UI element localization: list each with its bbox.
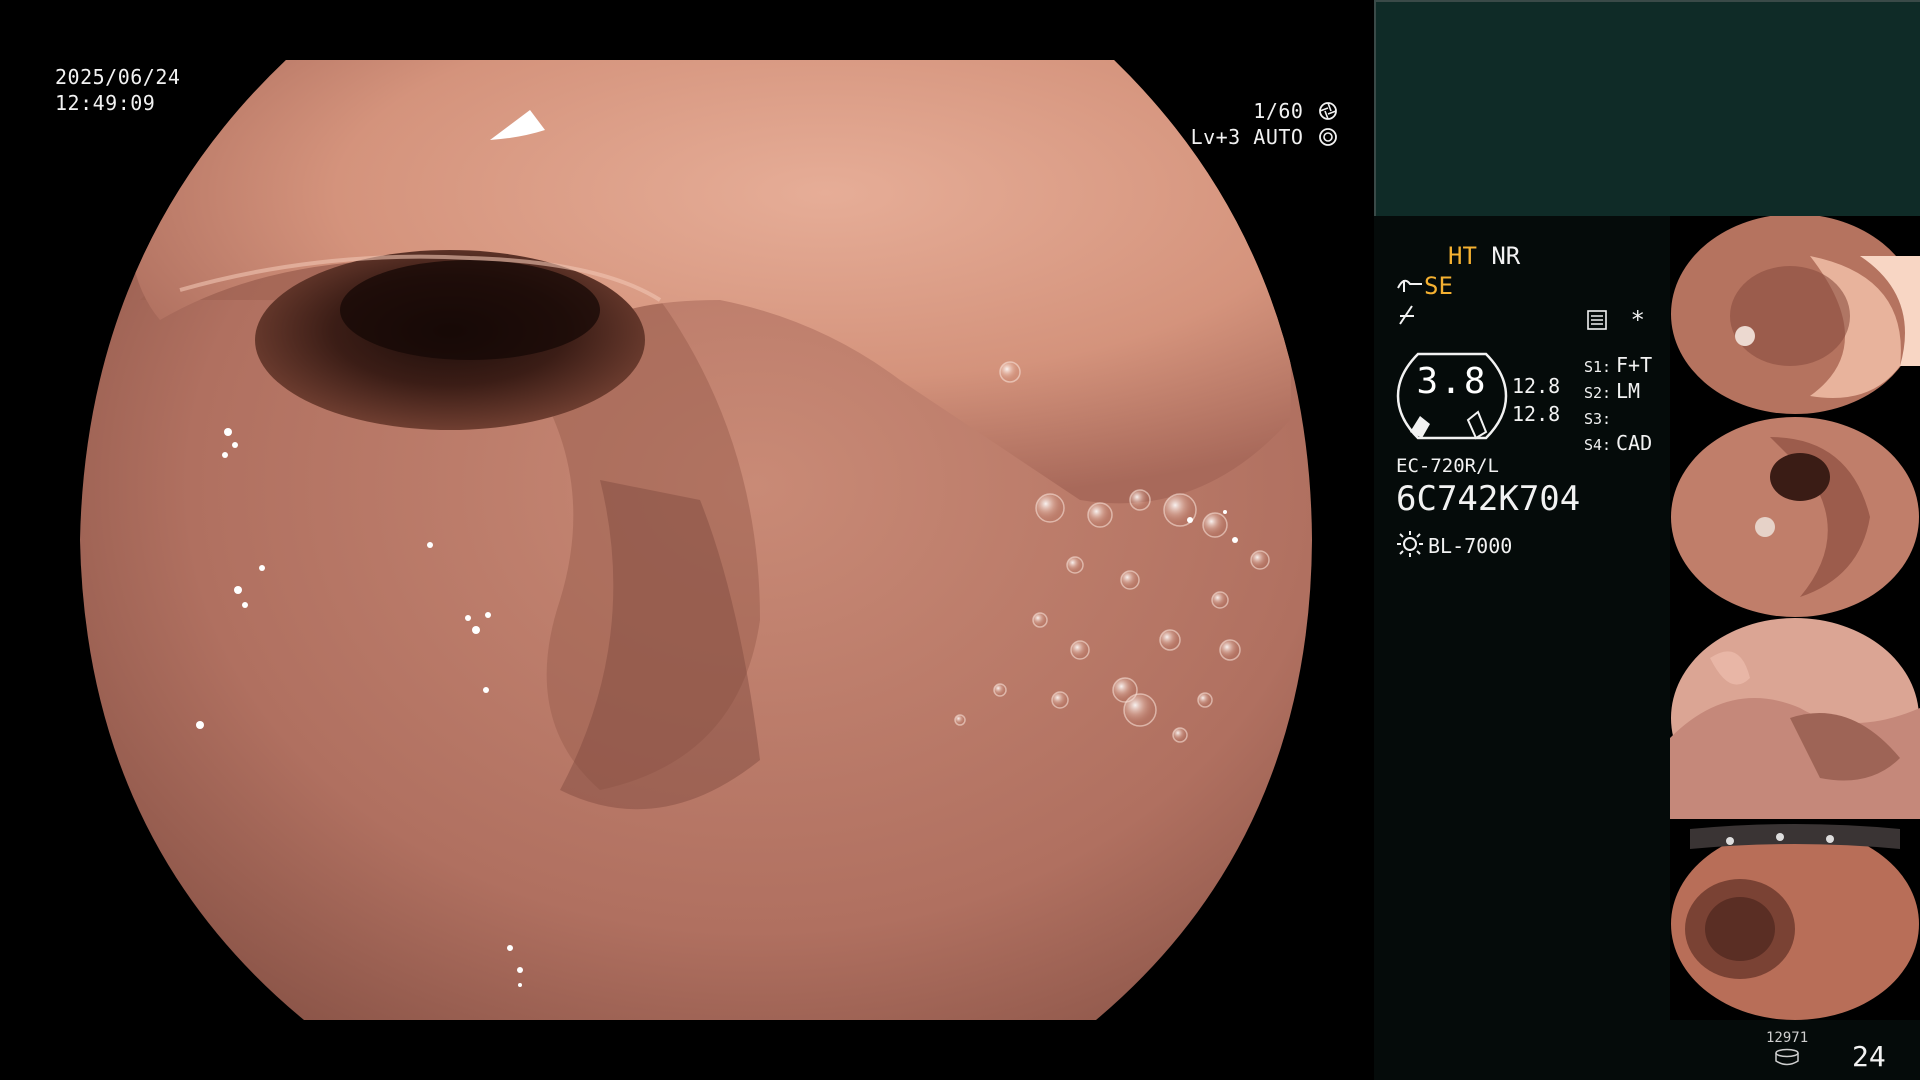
sun-icon [1397,531,1423,557]
thumbnail-image [1670,216,1920,417]
memory-row: * [1586,306,1645,334]
scope-serial: 6C742K704 [1396,479,1581,519]
mode-text: AUTO [1253,125,1304,149]
thumbnail-image [1670,819,1920,1020]
slot-value: LM [1616,379,1641,403]
light-source-text: BL-7000 [1428,534,1513,558]
scope-model: EC-720R/L [1396,455,1499,477]
counter-text: 12971 [1766,1030,1809,1046]
exposure-readout: 1/60 Lv+3 AUTO [1191,98,1338,150]
endoscope-view: 2025/06/24 12:49:09 1/60 Lv+3 AUTO [0,0,1374,1080]
slot-key: S4: [1584,436,1612,454]
thumbnail-image [1670,618,1920,819]
iris-icon [1319,128,1337,146]
mode-row: Lv+3 AUTO [1191,124,1338,150]
panel-header [1374,0,1920,216]
aperture-icon [1319,102,1337,120]
color-enhance-icon [1399,305,1414,325]
slot-key: S2: [1584,384,1612,402]
processor-settings: HT NR SE * 3.8 12.8 12.8 S1: F+T S2: LM … [1396,242,1686,572]
se-label: SE [1424,272,1453,300]
enhance-value-b: 12.8 [1512,402,1561,426]
shutter-row: 1/60 [1191,98,1338,124]
slot-value: F+T [1616,353,1653,377]
shutter-text: 1/60 [1253,99,1304,123]
slot-key: S3: [1584,410,1612,428]
time-text: 12:49:09 [55,91,156,115]
slot-value: CAD [1616,431,1653,455]
memory-icon [1587,310,1607,330]
storage-icon [1775,1048,1799,1066]
structure-enhance-icon [1397,279,1422,292]
slot-key: S1: [1584,358,1612,376]
thumbnail-3[interactable] [1670,618,1920,819]
ht-label: HT [1448,242,1477,270]
thumbnail-4[interactable] [1670,819,1920,1020]
thumbnail-1[interactable] [1670,216,1920,417]
color-row [1396,304,1420,332]
thumbnail-2[interactable] [1670,417,1920,618]
thumbnail-image [1670,417,1920,618]
image-mode-row: HT NR [1448,242,1520,270]
nr-label: NR [1491,242,1521,270]
capture-thumbnails [1670,216,1920,1020]
date-time-readout: 2025/06/24 12:49:09 [55,64,180,116]
zoom-value: 3.8 [1416,361,1488,402]
level-text: Lv+3 [1190,125,1241,149]
page-number: 24 [1852,1040,1886,1073]
endoscope-image [80,60,1312,1020]
info-panel: HT NR SE * 3.8 12.8 12.8 S1: F+T S2: LM … [1374,0,1920,1080]
light-source-row: BL-7000 [1396,530,1512,560]
structure-row: SE [1396,272,1453,300]
star-label: * [1630,306,1645,334]
enhance-value-a: 12.8 [1512,374,1561,398]
date-text: 2025/06/24 [55,65,181,89]
